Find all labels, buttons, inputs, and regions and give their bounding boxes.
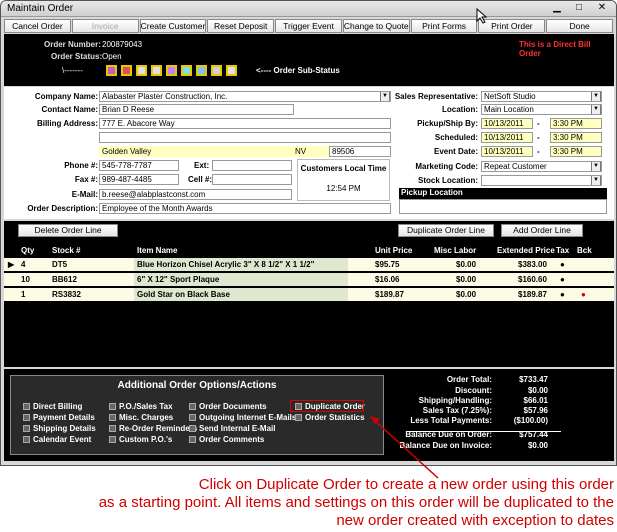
- callout-arrow: [370, 416, 439, 479]
- mouse-cursor-icon: [476, 8, 488, 24]
- callout-text: Click on Duplicate Order to create a new…: [0, 476, 614, 530]
- callout-line-1: Click on Duplicate Order to create a new…: [198, 476, 614, 493]
- callout-line-3: new order created with exception to date…: [336, 512, 614, 529]
- callout-line-2: as a starting point. All items and setti…: [98, 494, 614, 511]
